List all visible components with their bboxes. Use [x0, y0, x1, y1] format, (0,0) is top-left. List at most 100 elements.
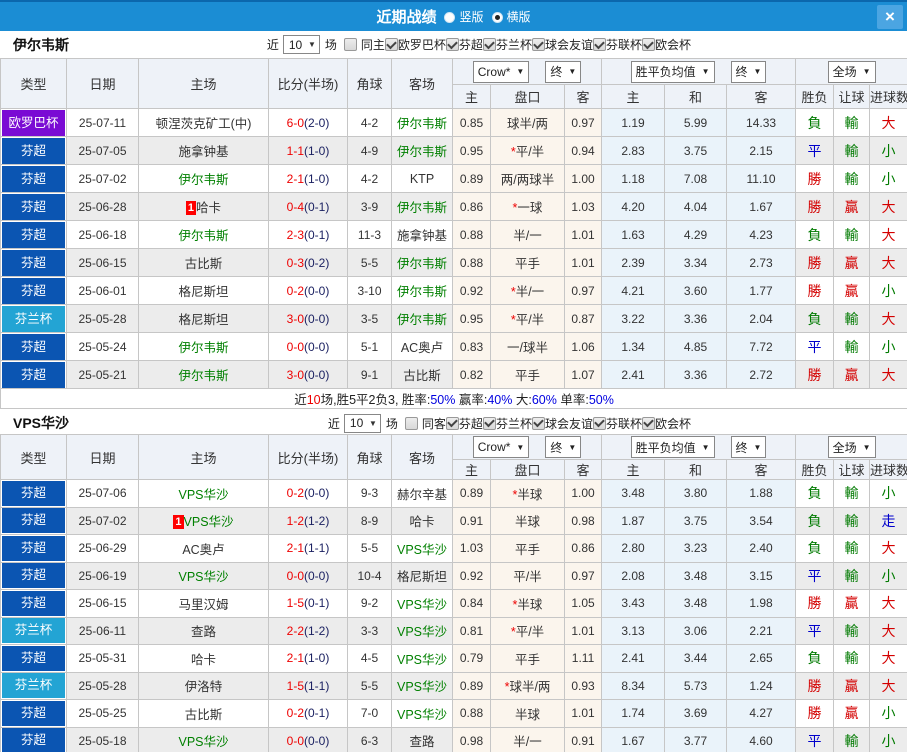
league-checkbox[interactable] — [531, 416, 545, 430]
full-match-select[interactable]: 全场 ▼ — [827, 60, 876, 83]
wdl-away-cell: 2.15 — [726, 136, 797, 165]
league-label[interactable]: 球会友谊 — [545, 415, 593, 432]
date-cell: 25-06-15 — [66, 248, 139, 277]
match-count-select[interactable]: 10 ▼ — [282, 35, 320, 54]
match-row: 芬超 25-05-18 VPS华沙 0-0(0-0) 6-3 查路 0.98 半/一 0.91 1… — [0, 726, 907, 752]
col-header-type: 类型 — [0, 434, 67, 480]
score-cell: 1-1(1-0) — [268, 136, 348, 165]
panel-title: 近期战绩 — [376, 9, 437, 26]
league-label[interactable]: 欧罗巴杯 — [398, 36, 446, 53]
wdl-draw-cell: 3.80 — [664, 479, 728, 508]
away-team-cell: VPS华沙 — [391, 644, 453, 673]
date-cell: 25-06-18 — [66, 220, 139, 249]
match-row: 芬超 25-06-18 伊尔韦斯 2-3(0-1) 11-3 施拿钟基 0.88 半/一 1.0… — [0, 220, 907, 249]
handicap-line-cell: 两/两球半 — [490, 164, 565, 193]
wdl-draw-cell: 5.99 — [664, 108, 728, 137]
handicap-line-cell: *半球 — [490, 589, 565, 618]
wdl-away-cell: 2.21 — [726, 616, 797, 645]
away-team-name: 哈卡 — [409, 515, 435, 530]
select-value: 胜平负均值 — [635, 65, 696, 79]
bookmaker-select[interactable]: Crow* ▼ — [472, 436, 530, 458]
layout-radio-selected[interactable] — [491, 11, 503, 23]
league-label[interactable]: 球会友谊 — [545, 36, 593, 53]
home-team-name: 伊洛特 — [184, 680, 223, 695]
away-team-name: 查路 — [409, 735, 435, 750]
odds-home-cell: 0.98 — [452, 726, 491, 752]
handicap-line-cell: *一球 — [490, 192, 565, 221]
away-team-name: 格尼斯坦 — [396, 570, 447, 585]
league-label[interactable]: 芬兰杯 — [496, 415, 532, 432]
header-select-group: 胜平负均值 ▼ 终 ▼ — [601, 58, 797, 85]
odds-home-cell: 0.88 — [452, 248, 491, 277]
match-row: 芬超 25-06-28 1 哈卡 0-4(0-1) 3-9 伊尔韦斯 0.86 *一球 1.03 4… — [0, 192, 907, 221]
league-checkbox[interactable] — [482, 38, 496, 51]
final-select[interactable]: 终 ▼ — [545, 60, 582, 83]
summary-part: 大: — [512, 393, 532, 407]
res-goals-cell: 小 — [869, 561, 907, 590]
res-handicap-cell: 贏 — [833, 699, 871, 728]
home-team-cell: 马里汉姆 — [138, 589, 269, 618]
select-value: 终 — [735, 440, 748, 455]
match-count-value: 10 — [349, 416, 364, 430]
odds-away-cell: 0.91 — [563, 726, 603, 752]
col-header-corner: 角球 — [347, 58, 392, 109]
line-text: 半球 — [517, 597, 543, 612]
final-select[interactable]: 终 ▼ — [730, 60, 767, 83]
same-venue-label[interactable]: 同客 — [422, 415, 446, 432]
header-select-group: Crow* ▼ 终 ▼ — [451, 434, 603, 460]
wdl-away-cell: 4.23 — [726, 220, 797, 249]
layout-radio-label[interactable]: 竖版 — [459, 10, 483, 24]
layout-radio-unselected[interactable] — [444, 11, 456, 23]
same-venue-checkbox[interactable] — [404, 416, 418, 430]
close-button[interactable]: × — [877, 5, 903, 29]
odds-away-cell: 1.01 — [563, 616, 603, 645]
wdl-avg-select[interactable]: 胜平负均值 ▼ — [630, 436, 715, 458]
final-select[interactable]: 终 ▼ — [545, 436, 582, 458]
final-select[interactable]: 终 ▼ — [730, 436, 767, 458]
league-checkbox[interactable] — [384, 38, 398, 51]
league-label[interactable]: 欧会杯 — [655, 415, 691, 432]
handicap-line-cell: 半球 — [490, 699, 565, 728]
league-checkbox[interactable] — [531, 38, 545, 51]
layout-radio-label[interactable]: 横版 — [507, 10, 531, 24]
league-label[interactable]: 芬联杯 — [606, 415, 642, 432]
home-team-cell: 哈卡 — [138, 644, 269, 673]
league-checkbox[interactable] — [445, 416, 459, 430]
matches-label: 场 — [385, 416, 398, 431]
league-label[interactable]: 芬兰杯 — [496, 36, 532, 53]
full-match-select[interactable]: 全场 ▼ — [827, 436, 876, 458]
league-checkbox[interactable] — [641, 38, 655, 51]
res-goals-cell: 大 — [869, 360, 907, 389]
home-team-cell: VPS华沙 — [138, 561, 269, 590]
handicap-line-cell: *球半/两 — [490, 671, 565, 700]
wdl-draw-cell: 3.06 — [664, 616, 728, 645]
col-header-date: 日期 — [66, 58, 139, 109]
team-name: VPS华沙 — [13, 415, 70, 431]
wdl-away-cell: 3.15 — [726, 561, 797, 590]
corner-cell: 4-5 — [347, 644, 392, 673]
league-checkbox[interactable] — [592, 38, 606, 51]
league-label[interactable]: 芬超 — [459, 415, 483, 432]
home-team-name: 伊尔韦斯 — [178, 341, 229, 355]
bookmaker-select[interactable]: Crow* ▼ — [472, 60, 530, 83]
res-wdl-cell: 平 — [795, 561, 835, 590]
league-checkbox[interactable] — [445, 38, 459, 51]
league-checkbox[interactable] — [592, 416, 606, 430]
same-venue-label[interactable]: 同主 — [361, 36, 385, 53]
league-checkbox[interactable] — [482, 416, 496, 430]
league-checkbox[interactable] — [641, 416, 655, 430]
wdl-avg-select[interactable]: 胜平负均值 ▼ — [630, 60, 715, 83]
league-label[interactable]: 芬联杯 — [606, 36, 642, 53]
same-venue-checkbox[interactable] — [343, 38, 357, 51]
wdl-away-cell: 2.73 — [726, 248, 797, 277]
league-label[interactable]: 欧会杯 — [655, 36, 691, 53]
fulltime-score: 0-0 — [286, 339, 304, 354]
handicap-line-cell: 半/一 — [490, 726, 565, 752]
match-count-select[interactable]: 10 ▼ — [343, 413, 381, 433]
wdl-draw-cell: 4.85 — [664, 332, 728, 361]
res-goals-cell: 小 — [869, 699, 907, 728]
wdl-home-cell: 3.43 — [601, 589, 666, 618]
wdl-draw-cell: 3.75 — [664, 506, 728, 535]
line-text: 球半/两 — [509, 680, 551, 695]
league-label[interactable]: 芬超 — [459, 36, 483, 53]
